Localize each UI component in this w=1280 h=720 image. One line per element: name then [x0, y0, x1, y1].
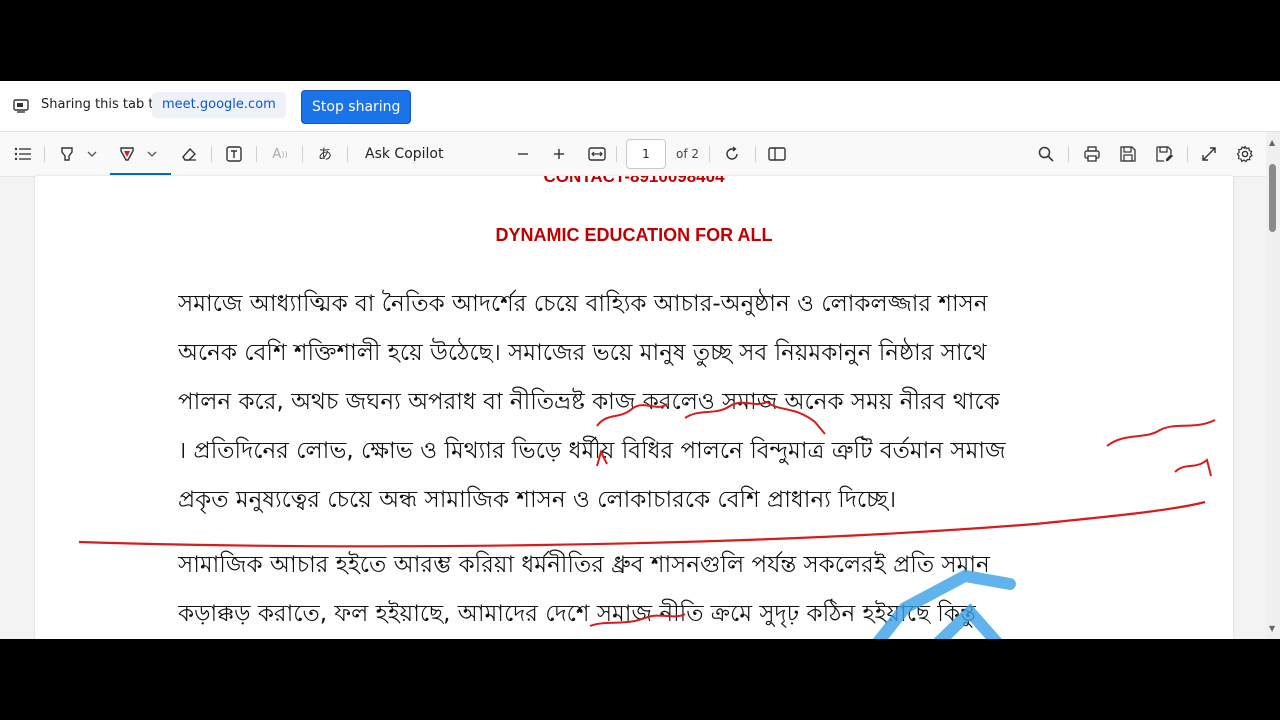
screen-share-icon — [13, 98, 29, 114]
toolbar-separator — [44, 146, 45, 162]
pdf-page: CONTACT-8910098404 DYNAMIC EDUCATION FOR… — [35, 176, 1233, 639]
ask-copilot-button[interactable]: Ask Copilot — [365, 146, 444, 162]
text-line: অনেক বেশি শক্তিশালী হয়ে উঠেছে। সমাজের ভ… — [178, 340, 987, 366]
toolbar-separator — [256, 146, 257, 162]
read-aloud-icon[interactable]: A)) — [268, 142, 292, 166]
text-icon[interactable] — [223, 142, 245, 166]
paragraph-2: সামাজিক আচার হইতে আরম্ভ করিয়া ধর্মনীতির… — [178, 541, 1090, 639]
toolbar-separator — [347, 146, 348, 162]
zoom-in-icon[interactable] — [549, 142, 569, 166]
text-line: সমাজে আধ্যাত্মিক বা নৈতিক আদর্শের চেয়ে … — [178, 291, 988, 317]
search-icon[interactable] — [1035, 142, 1057, 166]
toolbar-separator — [1187, 146, 1188, 162]
scroll-up-arrow-icon[interactable]: ▲ — [1269, 138, 1275, 147]
settings-icon[interactable] — [1234, 142, 1256, 166]
stop-sharing-button[interactable]: Stop sharing — [301, 90, 412, 124]
browser-window: Sharing this tab to meet.google.com Stop… — [0, 81, 1280, 639]
print-icon[interactable] — [1081, 142, 1103, 166]
toolbar-separator — [1068, 146, 1069, 162]
save-as-icon[interactable] — [1153, 142, 1175, 166]
draw-chevron-down-icon[interactable] — [146, 142, 158, 166]
contents-icon[interactable] — [12, 142, 34, 166]
highlight-icon[interactable] — [56, 142, 78, 166]
toolbar-separator — [211, 146, 212, 162]
vertical-scrollbar[interactable]: ▲ ▼ — [1266, 132, 1280, 639]
text-line: কড়াক্কড় করাতে, ফল হইয়াছে, আমাদের দেশে… — [178, 601, 976, 627]
tab-sharing-bar: Sharing this tab to meet.google.com Stop… — [0, 81, 1280, 132]
toolbar-separator — [755, 146, 756, 162]
sharing-label: Sharing this tab to — [41, 97, 162, 112]
draw-tool-active-indicator — [110, 173, 171, 175]
translate-icon[interactable]: あ — [313, 142, 337, 166]
draw-icon[interactable] — [116, 142, 138, 166]
highlight-chevron-down-icon[interactable] — [86, 142, 98, 166]
ink-margin-note — [1106, 419, 1216, 477]
text-line: সামাজিক আচার হইতে আরম্ভ করিয়া ধর্মনীতির… — [178, 552, 990, 578]
text-line: প্রকৃত মনুষ্যত্বের চেয়ে অন্ধ সামাজিক শা… — [178, 487, 897, 513]
contact-heading: CONTACT-8910098404 — [543, 176, 725, 186]
rotate-icon[interactable] — [721, 142, 743, 166]
text-line: পালন করে, অথচ জঘন্য অপরাধ বা নীতিভ্রষ্ট … — [178, 389, 1000, 415]
document-subtitle: DYNAMIC EDUCATION FOR ALL — [495, 225, 773, 245]
erase-icon[interactable] — [178, 142, 200, 166]
paragraph-1: সমাজে আধ্যাত্মিক বা নৈতিক আদর্শের চেয়ে … — [178, 280, 1090, 525]
fullscreen-icon[interactable] — [1198, 142, 1220, 166]
toolbar-separator — [616, 146, 617, 162]
fit-width-icon[interactable] — [586, 142, 608, 166]
pdf-toolbar: A)) あ Ask Copilot 1 of 2 — [0, 132, 1280, 177]
page-view-icon[interactable] — [766, 142, 788, 166]
toolbar-separator — [709, 146, 710, 162]
save-icon[interactable] — [1117, 142, 1139, 166]
page-number-input[interactable]: 1 — [626, 139, 666, 169]
page-total-label: of 2 — [676, 147, 700, 161]
zoom-out-icon[interactable] — [513, 142, 533, 166]
toolbar-separator — [302, 146, 303, 162]
text-line: । প্রতিদিনের লোভ, ক্ষোভ ও মিথ্যার ভিড়ে … — [178, 438, 1006, 464]
scroll-down-arrow-icon[interactable]: ▼ — [1269, 624, 1275, 633]
scrollbar-thumb[interactable] — [1269, 164, 1276, 232]
sharing-domain: meet.google.com — [152, 92, 286, 118]
